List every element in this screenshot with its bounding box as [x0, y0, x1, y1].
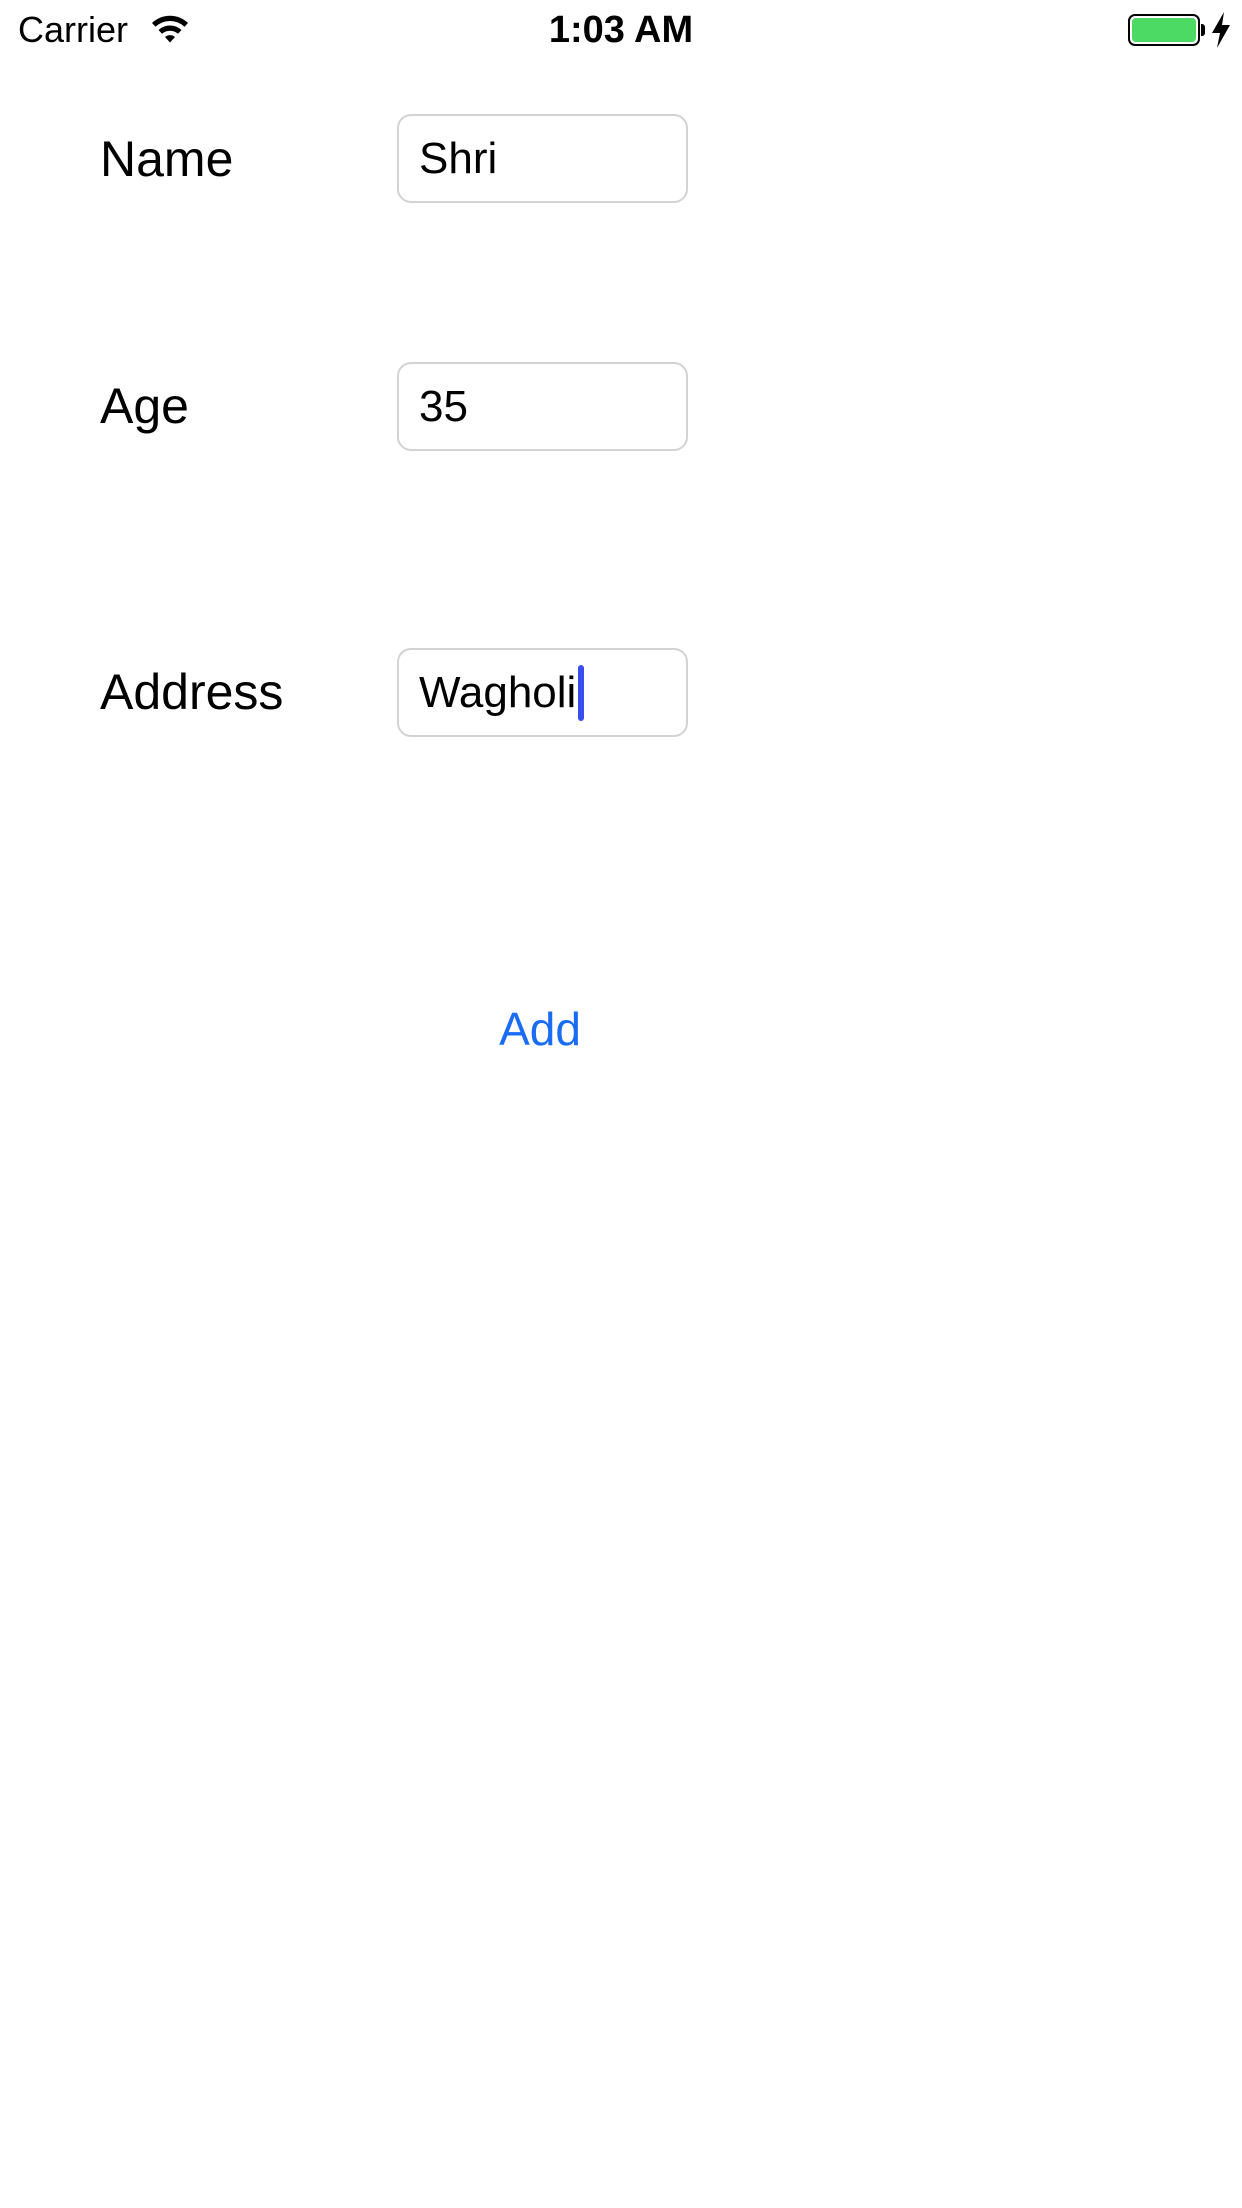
battery-level [1132, 18, 1196, 42]
battery-icon [1128, 14, 1200, 46]
charging-bolt-icon [1212, 12, 1230, 48]
name-field-value: Shri [419, 133, 498, 183]
address-field-value: Wagholi [419, 667, 577, 717]
age-field-value: 35 [419, 381, 468, 431]
text-cursor [578, 664, 585, 721]
clock: 1:03 AM [548, 9, 694, 51]
age-label: Age [100, 378, 189, 434]
name-label: Name [100, 131, 234, 187]
address-label: Address [100, 664, 284, 720]
name-field[interactable]: Shri [397, 114, 688, 203]
status-bar: Carrier 1:03 AM [0, 0, 1242, 60]
battery-cap [1201, 24, 1205, 36]
age-field[interactable]: 35 [397, 362, 688, 451]
address-field[interactable]: Wagholi [397, 648, 688, 737]
add-button[interactable]: Add [440, 994, 640, 1064]
